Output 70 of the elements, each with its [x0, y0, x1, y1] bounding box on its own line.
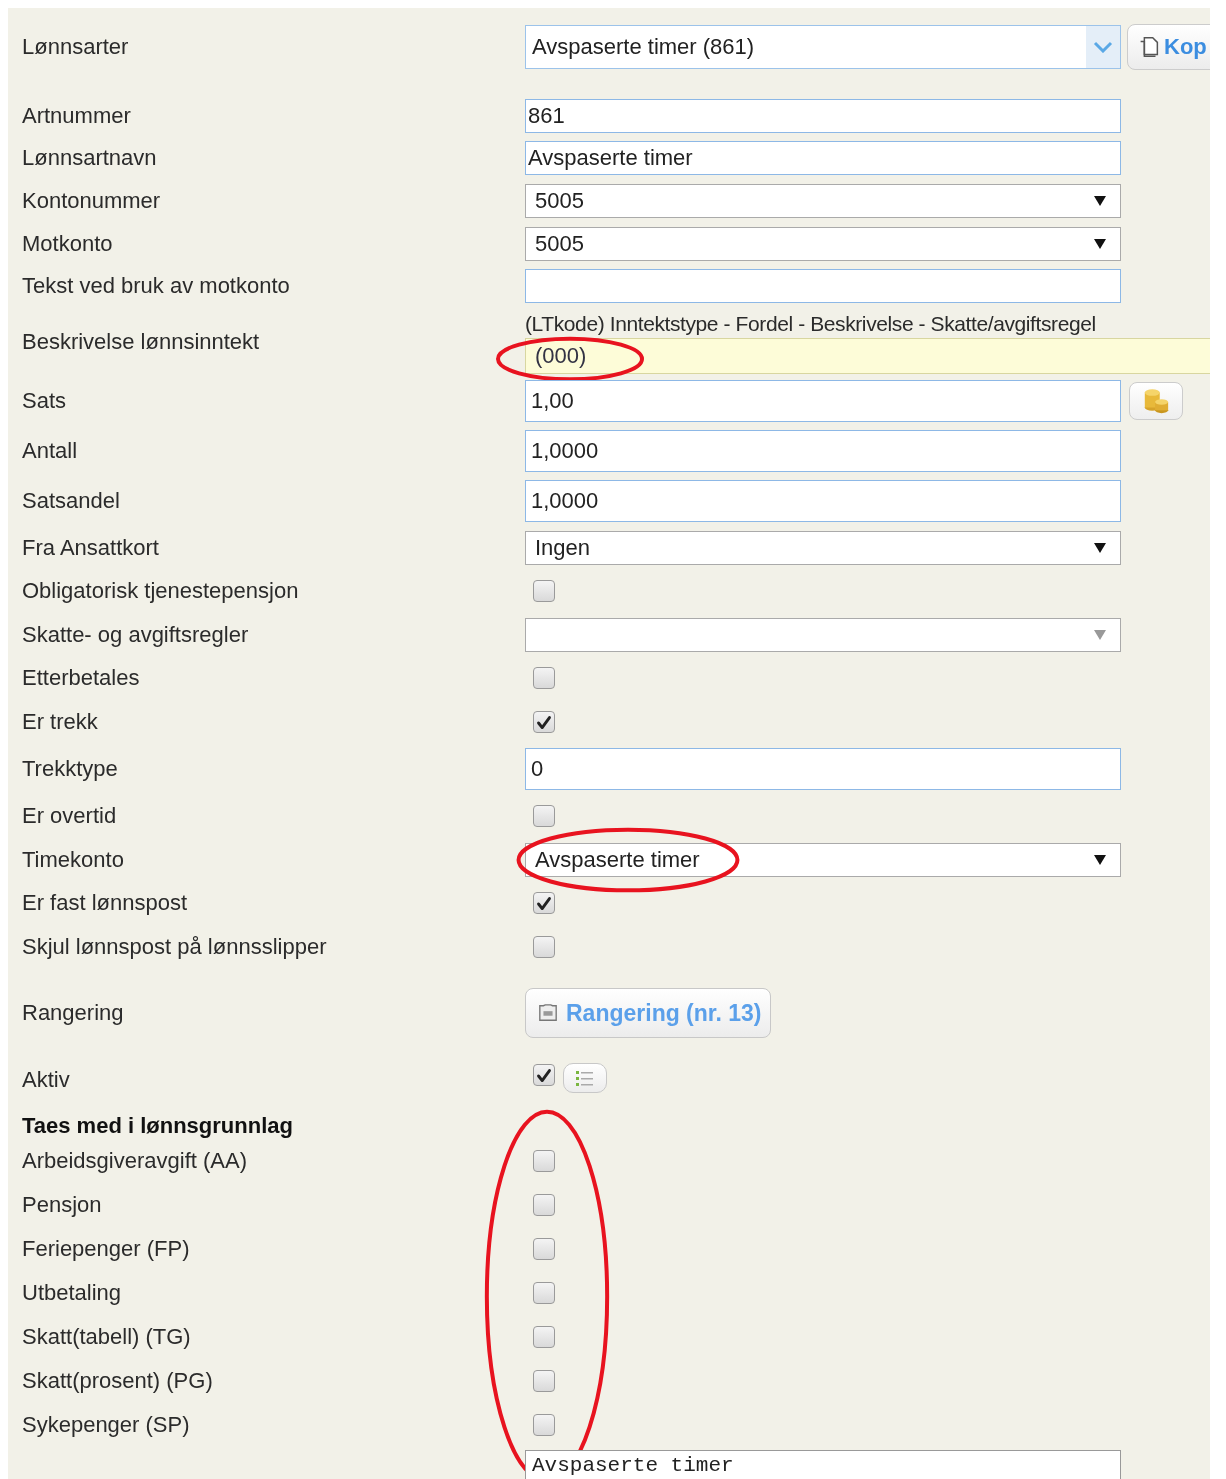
- dropdown-arrow-icon: [1094, 542, 1106, 553]
- coins-button[interactable]: [1129, 382, 1183, 420]
- field-label: Obligatorisk tjenestepensjon: [22, 578, 300, 604]
- checkbox[interactable]: [533, 1194, 555, 1216]
- field-label: Aktiv: [22, 1067, 71, 1093]
- field-label: Antall: [22, 438, 79, 464]
- field-label: Skatt(prosent) (PG): [22, 1368, 214, 1394]
- dropdown[interactable]: 5005: [525, 183, 1121, 218]
- dropdown-arrow-icon: [1094, 195, 1106, 206]
- checkbox[interactable]: [533, 1370, 555, 1392]
- field-label: Etterbetales: [22, 665, 141, 691]
- dropdown[interactable]: Avspaserte timer (861): [525, 25, 1121, 69]
- checkbox[interactable]: [533, 1326, 555, 1348]
- dropdown-arrow-icon: [1094, 238, 1106, 249]
- field-label: Fra Ansattkort: [22, 534, 160, 561]
- field-label: Skatte- og avgiftsregler: [22, 621, 250, 648]
- field-label: Rangering: [22, 1000, 125, 1026]
- field-label: Er fast lønnspost: [22, 890, 189, 916]
- coins-icon: [1142, 387, 1170, 415]
- field-label: Artnummer: [22, 103, 132, 129]
- checkbox[interactable]: [533, 1238, 555, 1260]
- checkbox[interactable]: [533, 1414, 555, 1436]
- checkbox[interactable]: [533, 936, 555, 958]
- dropdown[interactable]: Avspaserte timer: [525, 842, 1121, 877]
- field-label: Motkonto: [22, 230, 114, 257]
- field-label: Sats: [22, 388, 68, 414]
- numbered-list-icon: [574, 1069, 596, 1087]
- field-label: Er trekk: [22, 709, 99, 735]
- field-label: Tekst ved bruk av motkonto: [22, 273, 291, 299]
- chevron-down-icon: [1093, 41, 1113, 53]
- text-field[interactable]: 1,00: [525, 380, 1121, 422]
- field-label: Sykepenger (SP): [22, 1412, 191, 1438]
- checkbox[interactable]: [533, 805, 555, 827]
- field-label: Feriepenger (FP): [22, 1236, 191, 1262]
- checkbox[interactable]: [533, 667, 555, 689]
- field-label: Pensjon: [22, 1192, 103, 1218]
- text-field[interactable]: [525, 269, 1121, 303]
- text-field[interactable]: Avspaserte timer: [525, 141, 1121, 175]
- field-label: Trekktype: [22, 756, 119, 782]
- field-label: Lønnsarter: [22, 34, 130, 60]
- checkbox[interactable]: [533, 711, 555, 733]
- text-area[interactable]: Avspaserte timer: [525, 1450, 1121, 1479]
- field-label: Arbeidsgiveravgift (AA): [22, 1148, 248, 1174]
- checkbox[interactable]: [533, 892, 555, 914]
- checkbox[interactable]: [533, 1282, 555, 1304]
- dropdown-arrow-icon: [1094, 854, 1106, 865]
- field-label: Beskrivelse lønnsinntekt: [22, 328, 261, 355]
- field-label: Kontonummer: [22, 187, 162, 214]
- checkbox[interactable]: [533, 1150, 555, 1172]
- field-label: Utbetaling: [22, 1280, 123, 1306]
- column-header: (LTkode) Inntektstype - Fordel - Beskrivelse - Skatte/avgiftsregel: [525, 310, 1097, 337]
- dropdown[interactable]: [525, 617, 1121, 652]
- section-heading: Taes med i lønnsgrunnlag: [22, 1113, 294, 1139]
- checkbox[interactable]: [533, 1064, 555, 1086]
- text-field[interactable]: 861: [525, 99, 1121, 133]
- field-label: Er overtid: [22, 803, 118, 829]
- description-field: (000): [525, 337, 1210, 374]
- dropdown-arrow-icon: [1094, 629, 1106, 640]
- field-label: Satsandel: [22, 488, 121, 514]
- field-label: Lønnsartnavn: [22, 145, 158, 171]
- text-field[interactable]: 0: [525, 748, 1121, 790]
- field-label: Skjul lønnspost på lønnsslipper: [22, 934, 328, 960]
- list-button[interactable]: [563, 1063, 607, 1093]
- checkbox[interactable]: [533, 580, 555, 602]
- field-label: Skatt(tabell) (TG): [22, 1324, 192, 1350]
- dropdown[interactable]: 5005: [525, 226, 1121, 261]
- dropdown[interactable]: Ingen: [525, 530, 1121, 565]
- text-field[interactable]: 1,0000: [525, 480, 1121, 522]
- field-label: Timekonto: [22, 846, 125, 873]
- text-field[interactable]: 1,0000: [525, 430, 1121, 472]
